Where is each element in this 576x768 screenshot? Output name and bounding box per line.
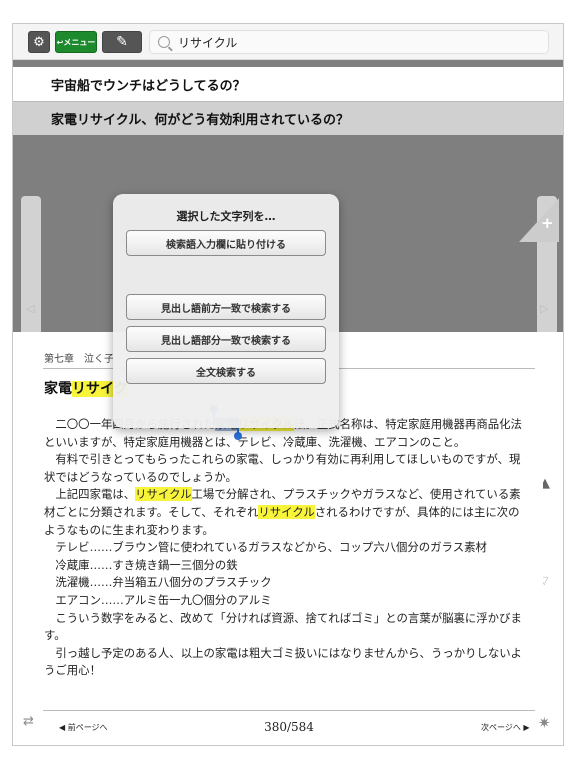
plus-icon[interactable]: + — [541, 214, 554, 232]
gear-icon: ⚙ — [33, 34, 45, 50]
article-body[interactable]: 二〇〇一年四月から施行された家電リサイクル法。正式名称は、特定家庭用機器再商品化… — [44, 416, 532, 680]
selection-action-popup: 選択した文字列を… 検索語入力欄に貼り付ける 見出し語前方一致で検索する 見出し… — [113, 194, 339, 428]
fulltext-search-button[interactable]: 全文検索する — [126, 358, 326, 384]
prefix-search-button[interactable]: 見出し語前方一致で検索する — [126, 294, 326, 320]
popup-title: 選択した文字列を… — [176, 210, 276, 223]
toolbar: ⚙ ↩ メニュー ✎ リサイクル — [13, 24, 563, 60]
menu-button[interactable]: ↩ メニュー — [55, 31, 97, 53]
title-text: 家電 — [44, 381, 72, 397]
page-number: 380/584 — [264, 720, 314, 734]
compass-icon[interactable]: ✷ — [538, 714, 551, 732]
partial-search-button[interactable]: 見出し語部分一致で検索する — [126, 326, 326, 352]
search-highlight: リサイクル — [258, 504, 315, 519]
triangle-right-icon[interactable]: ▷ — [540, 302, 548, 315]
search-input[interactable]: リサイクル — [149, 30, 549, 54]
result-item-selected[interactable]: 家電リサイクル、何がどう有効利用されているの？ — [13, 101, 563, 135]
triangle-left-icon[interactable]: ◁ — [26, 302, 34, 315]
result-item-label: 宇宙船でウンチはどうしてるの？ — [51, 78, 246, 94]
menu-button-label: メニュー — [63, 37, 96, 47]
swap-icon[interactable]: ⇄ — [23, 714, 34, 729]
settings-button[interactable]: ⚙ — [28, 31, 50, 53]
result-item[interactable]: 宇宙船でウンチはどうしてるの？ — [13, 67, 563, 101]
back-arrow-icon: ↩ — [56, 37, 64, 47]
search-input-value: リサイクル — [178, 35, 238, 50]
chapter-header: 第七章 泣く子 — [44, 354, 114, 365]
pen-icon: ✎ — [116, 34, 128, 50]
next-page-link[interactable]: 次ページへ ▶ — [481, 722, 530, 733]
app-frame: ⚙ ↩ メニュー ✎ リサイクル 宇宙船でウンチはどうしてるの？ 家電リサイクル… — [12, 23, 564, 746]
search-highlight: リサイクル — [135, 487, 192, 502]
search-icon — [158, 36, 170, 48]
marker-button[interactable]: ✎ — [102, 31, 142, 53]
paste-to-search-button[interactable]: 検索語入力欄に貼り付ける — [126, 230, 326, 256]
result-item-label: 家電リサイクル、何がどう有効利用されているの？ — [51, 113, 349, 128]
footer-divider — [43, 710, 535, 711]
selection-end-handle[interactable] — [234, 432, 242, 440]
circle-right-icon: ▶ — [523, 723, 530, 732]
